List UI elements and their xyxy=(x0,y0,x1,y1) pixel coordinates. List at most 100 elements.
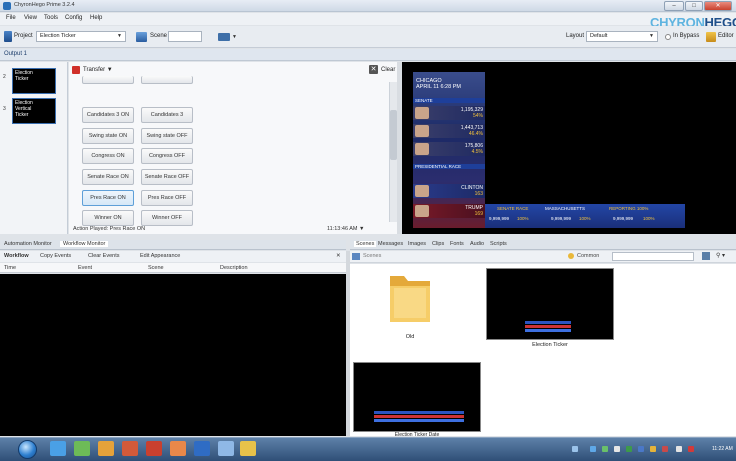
taskbar-clock[interactable]: 11:22 AM xyxy=(712,446,733,452)
candidate-values: 175,806 4.5% xyxy=(465,143,483,155)
taskbar-app-icon[interactable] xyxy=(122,441,138,456)
tab-scenes[interactable]: Scenes xyxy=(354,241,377,247)
search-icon[interactable]: ⚲ ▾ xyxy=(716,252,725,259)
library-search-input[interactable] xyxy=(612,252,694,261)
action-button[interactable]: Senate Race ON xyxy=(82,169,134,185)
tab-output-1[interactable]: Output 1 xyxy=(4,51,27,57)
menu-config[interactable]: Config xyxy=(65,15,82,21)
tray-icon[interactable] xyxy=(602,446,608,452)
thumb-bar xyxy=(374,415,464,418)
menu-help[interactable]: Help xyxy=(90,15,102,21)
tray-icon[interactable] xyxy=(662,446,668,452)
action-button[interactable]: Congress ON xyxy=(82,148,134,164)
action-button[interactable]: Candidates 3 xyxy=(141,107,193,123)
action-button-hidden[interactable] xyxy=(141,76,193,84)
candidate-photo xyxy=(415,143,429,155)
scene-thumbnail-election-ticker-date[interactable] xyxy=(353,362,481,432)
folder-icon[interactable] xyxy=(386,268,434,326)
tray-icon[interactable] xyxy=(614,446,620,452)
transfer-dropdown[interactable]: Transfer ▼ xyxy=(83,67,113,73)
action-button[interactable]: Candidates 3 ON xyxy=(82,107,134,123)
common-folder[interactable]: Common xyxy=(577,253,599,259)
copy-events-button[interactable]: Copy Events xyxy=(40,253,71,259)
editor-label[interactable]: Editor xyxy=(718,33,734,39)
project-select[interactable]: Election Ticker ▼ xyxy=(36,31,126,42)
layout-select[interactable]: Default ▼ xyxy=(586,31,658,42)
graphic-section-strip: PRESIDENTIAL RACE xyxy=(413,164,485,169)
ticker-percent: 100% xyxy=(579,216,591,221)
tray-icon[interactable] xyxy=(676,446,682,452)
clear-button[interactable]: Clear xyxy=(381,67,395,73)
scene-item-election-vertical-ticker[interactable]: Election Vertical Ticker xyxy=(12,98,56,124)
workflow-toolbar: Workflow Copy Events Clear Events Edit A… xyxy=(0,251,346,262)
tool-icon[interactable] xyxy=(218,33,230,41)
action-button-panel: Transfer ▼ ✕ Clear Candidates 3 ON Candi… xyxy=(69,62,401,234)
clear-icon[interactable]: ✕ xyxy=(369,65,378,74)
taskbar-app-icon[interactable] xyxy=(50,441,66,456)
taskbar-app-icon[interactable] xyxy=(146,441,162,456)
bypass-label: In Bypass xyxy=(673,33,700,39)
scene-input[interactable] xyxy=(168,31,202,42)
ticker-reporting: REPORTING 100% xyxy=(609,206,649,211)
tray-icon[interactable] xyxy=(590,446,596,452)
action-button[interactable]: Swing state ON xyxy=(82,128,134,144)
transfer-icon[interactable] xyxy=(72,66,80,74)
action-button-hidden[interactable] xyxy=(82,76,134,84)
tab-images[interactable]: Images xyxy=(408,241,426,247)
close-button[interactable]: ✕ xyxy=(704,1,732,11)
close-panel-icon[interactable]: ✕ xyxy=(336,253,341,259)
tab-clips[interactable]: Clips xyxy=(432,241,444,247)
chevron-down-icon: ▼ xyxy=(649,33,654,39)
layout-select-value: Default xyxy=(590,33,608,39)
tab-fonts[interactable]: Fonts xyxy=(450,241,464,247)
action-button[interactable]: Congress OFF xyxy=(141,148,193,164)
action-button[interactable]: Pres Race OFF xyxy=(141,190,193,206)
project-label: Project xyxy=(14,33,33,39)
scenes-search[interactable]: Scenes xyxy=(363,253,381,259)
column-header-scene[interactable]: Scene xyxy=(148,265,164,271)
action-button[interactable]: Winner OFF xyxy=(141,210,193,226)
action-button-selected[interactable]: Pres Race ON xyxy=(82,190,134,206)
scrollbar-thumb[interactable] xyxy=(390,110,397,160)
editor-icon[interactable] xyxy=(706,32,716,42)
taskbar-app-icon[interactable] xyxy=(170,441,186,456)
tray-icon[interactable] xyxy=(650,446,656,452)
start-button[interactable] xyxy=(18,440,37,459)
tray-icon[interactable] xyxy=(626,446,632,452)
edit-appearance-button[interactable]: Edit Appearance xyxy=(140,253,180,259)
clear-events-button[interactable]: Clear Events xyxy=(88,253,120,259)
view-icon[interactable] xyxy=(702,252,710,260)
action-button[interactable]: Swing state OFF xyxy=(141,128,193,144)
tray-icon[interactable] xyxy=(638,446,644,452)
column-header-description[interactable]: Description xyxy=(220,265,248,271)
menu-view[interactable]: View xyxy=(24,15,37,21)
taskbar-app-icon[interactable] xyxy=(74,441,90,456)
tool-dropdown-icon[interactable]: ▼ xyxy=(232,34,237,40)
scene-thumbnail-election-ticker[interactable] xyxy=(486,268,614,340)
tab-messages[interactable]: Messages xyxy=(378,241,403,247)
scene-item-election-ticker[interactable]: Election Ticker xyxy=(12,68,56,94)
taskbar-app-icon[interactable] xyxy=(240,441,256,456)
taskbar-app-icon[interactable] xyxy=(194,441,210,456)
thumb-bar xyxy=(374,411,464,414)
action-button[interactable]: Winner ON xyxy=(82,210,134,226)
tab-scripts[interactable]: Scripts xyxy=(490,241,507,247)
taskbar-app-icon[interactable] xyxy=(218,441,234,456)
menu-tools[interactable]: Tools xyxy=(44,15,58,21)
folder-nav-icon[interactable] xyxy=(568,253,574,259)
action-button[interactable]: Senate Race OFF xyxy=(141,169,193,185)
tab-automation-monitor[interactable]: Automation Monitor xyxy=(4,241,52,247)
tray-icon[interactable] xyxy=(572,446,578,452)
library-tabs: Scenes Messages Images Clips Fonts Audio… xyxy=(350,240,736,250)
bypass-radio[interactable] xyxy=(665,34,671,40)
column-header-event[interactable]: Event xyxy=(78,265,92,271)
taskbar-app-icon[interactable] xyxy=(98,441,114,456)
tray-icon[interactable] xyxy=(688,446,694,452)
tab-workflow-monitor[interactable]: Workflow Monitor xyxy=(60,241,109,247)
column-header-time[interactable]: Time xyxy=(4,265,16,271)
minimize-button[interactable]: – xyxy=(664,1,684,11)
menu-file[interactable]: File xyxy=(6,15,16,21)
tab-audio[interactable]: Audio xyxy=(470,241,484,247)
maximize-button[interactable]: □ xyxy=(685,1,703,11)
layout-label: Layout xyxy=(566,33,585,39)
